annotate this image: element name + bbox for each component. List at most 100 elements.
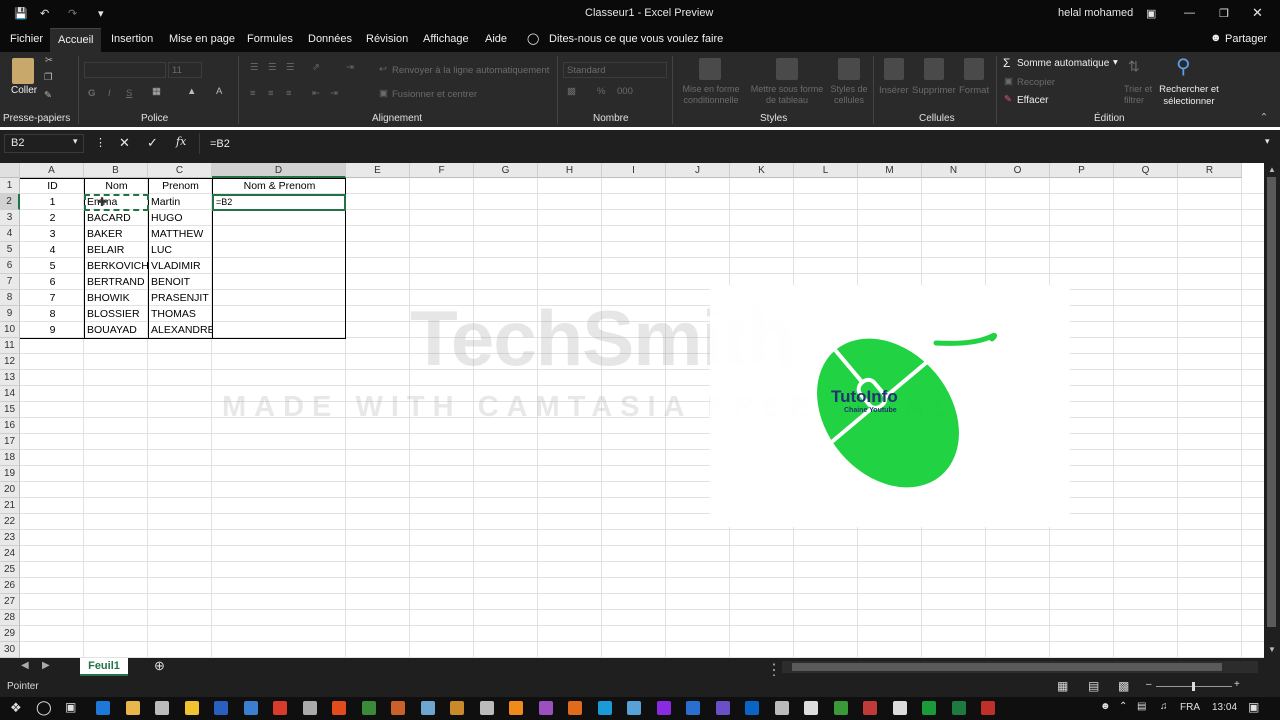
paste-icon[interactable]	[12, 58, 34, 84]
sort-filter-icon[interactable]: ⇅	[1128, 58, 1140, 75]
cell-id[interactable]: 9	[21, 322, 84, 338]
cell-id[interactable]: 3	[21, 226, 84, 242]
increase-indent-icon[interactable]: ⇥	[330, 88, 338, 99]
delete-cells-button[interactable]: Supprimer	[912, 85, 956, 96]
row-header[interactable]: 11	[0, 338, 20, 354]
insert-cells-button[interactable]: Insérer	[879, 85, 909, 96]
cell-prenom[interactable]: THOMAS	[149, 306, 212, 322]
column-header-j[interactable]: J	[666, 163, 730, 178]
taskbar-app-icon[interactable]	[273, 701, 287, 715]
sort-filter-button[interactable]: Trier et filtrer	[1124, 84, 1158, 106]
maximize-icon[interactable]: ❐	[1219, 7, 1229, 20]
taskbar-app-icon[interactable]	[627, 701, 641, 715]
formula-input[interactable]: =B2	[210, 138, 230, 150]
align-top-icon[interactable]: ☰	[250, 62, 259, 73]
paste-label[interactable]: Coller	[11, 85, 37, 96]
taskbar-app-icon[interactable]	[804, 701, 818, 715]
taskbar-app-icon[interactable]	[597, 701, 612, 715]
align-center-icon[interactable]: ≡	[268, 88, 274, 99]
taskbar-app-icon[interactable]	[745, 701, 759, 715]
scroll-up-icon[interactable]: ▲	[1268, 165, 1276, 174]
italic-icon[interactable]: I	[108, 88, 111, 99]
taskbar-app-icon[interactable]	[361, 701, 376, 715]
column-header-p[interactable]: P	[1050, 163, 1114, 178]
undo-icon[interactable]: ↶	[40, 7, 49, 20]
row-header[interactable]: 22	[0, 514, 20, 530]
people-icon[interactable]: ☻	[1100, 701, 1111, 712]
column-header-k[interactable]: K	[730, 163, 794, 178]
taskbar-app-icon[interactable]	[96, 701, 110, 715]
tab-formules[interactable]: Formules	[239, 28, 301, 52]
expand-formula-icon[interactable]: ▾	[1265, 136, 1270, 147]
windows-start-icon[interactable]: ❖	[10, 700, 22, 716]
borders-icon[interactable]: ▦	[152, 86, 161, 97]
align-left-icon[interactable]: ≡	[250, 88, 256, 99]
taskbar-app-icon[interactable]	[922, 701, 936, 715]
delete-cells-icon[interactable]	[924, 58, 944, 80]
select-all-corner[interactable]	[0, 163, 20, 178]
next-sheet-icon[interactable]: ▶	[42, 660, 50, 671]
row-header[interactable]: 17	[0, 434, 20, 450]
minimize-icon[interactable]: —	[1184, 7, 1195, 19]
cell-prenom[interactable]: VLADIMIR	[149, 258, 212, 274]
save-icon[interactable]: 💾	[14, 7, 28, 20]
align-bottom-icon[interactable]: ☰	[286, 62, 295, 73]
row-header[interactable]: 15	[0, 402, 20, 418]
column-header-n[interactable]: N	[922, 163, 986, 178]
cell-nom[interactable]: BHOWIK	[85, 290, 148, 306]
taskbar-app-icon[interactable]	[184, 701, 199, 715]
taskbar-app-icon[interactable]	[450, 701, 464, 715]
column-header-f[interactable]: F	[410, 163, 474, 178]
row-header[interactable]: 10	[0, 322, 20, 338]
user-name[interactable]: helal mohamed	[1058, 7, 1133, 19]
cell-prenom[interactable]: HUGO	[149, 210, 212, 226]
cell-nom[interactable]: BELAIR	[85, 242, 148, 258]
font-name-select[interactable]	[84, 62, 166, 78]
row-header[interactable]: 19	[0, 466, 20, 482]
active-cell[interactable]: =B2	[212, 194, 346, 211]
font-size-select[interactable]: 11	[168, 62, 202, 78]
wrap-text-button[interactable]: Renvoyer à la ligne automatiquement	[392, 65, 549, 76]
currency-icon[interactable]: ▩	[567, 86, 576, 97]
percent-icon[interactable]: %	[597, 86, 605, 97]
cell-id[interactable]: 7	[21, 290, 84, 306]
add-sheet-icon[interactable]: ⊕	[154, 658, 165, 674]
wrap-text-icon[interactable]: ↩	[379, 64, 387, 75]
fill-icon[interactable]: ▣	[1004, 76, 1013, 87]
row-header[interactable]: 13	[0, 370, 20, 386]
prev-sheet-icon[interactable]: ◀	[21, 660, 29, 671]
row-header[interactable]: 27	[0, 594, 20, 610]
taskbar-app-icon[interactable]	[863, 701, 877, 715]
name-box-dropdown-icon[interactable]: ▾	[73, 136, 78, 147]
cell-styles-button[interactable]: Styles de cellules	[826, 84, 872, 106]
align-right-icon[interactable]: ≡	[286, 88, 292, 99]
row-header[interactable]: 24	[0, 546, 20, 562]
cell-prenom[interactable]: BENOIT	[149, 274, 212, 290]
sheet-tab-feuil1[interactable]: Feuil1	[80, 658, 128, 676]
cell-styles-icon[interactable]	[838, 58, 860, 80]
taskbar-app-icon[interactable]	[568, 701, 582, 715]
fill-button[interactable]: Recopier	[1017, 77, 1055, 88]
column-header-d[interactable]: D	[212, 163, 346, 178]
column-header-a[interactable]: A	[20, 163, 84, 178]
insert-function-icon[interactable]: fx	[176, 135, 186, 148]
row-header[interactable]: 1	[0, 178, 20, 194]
row-header[interactable]: 28	[0, 610, 20, 626]
zoom-out-icon[interactable]: –	[1146, 679, 1152, 690]
header-cell-nom-prenom[interactable]: Nom & Prenom	[213, 178, 346, 194]
cell-nom[interactable]: BERKOVICH	[85, 258, 148, 274]
task-view-icon[interactable]: ▣	[65, 700, 76, 714]
taskbar-app-icon[interactable]	[656, 701, 671, 715]
taskbar-app-icon[interactable]	[951, 701, 966, 715]
underline-icon[interactable]: S	[126, 88, 132, 99]
language-indicator[interactable]: FRA	[1180, 702, 1200, 713]
row-header[interactable]: 16	[0, 418, 20, 434]
tab-donnees[interactable]: Données	[300, 28, 360, 52]
font-color-icon[interactable]: A	[216, 86, 222, 97]
column-header-g[interactable]: G	[474, 163, 538, 178]
header-cell-nom[interactable]: Nom	[85, 178, 148, 194]
name-box[interactable]: B2	[4, 134, 84, 153]
normal-view-icon[interactable]: ▦	[1057, 679, 1068, 693]
vertical-scrollbar[interactable]: ▲ ▼	[1264, 163, 1280, 658]
merge-icon[interactable]: ▣	[379, 88, 388, 99]
